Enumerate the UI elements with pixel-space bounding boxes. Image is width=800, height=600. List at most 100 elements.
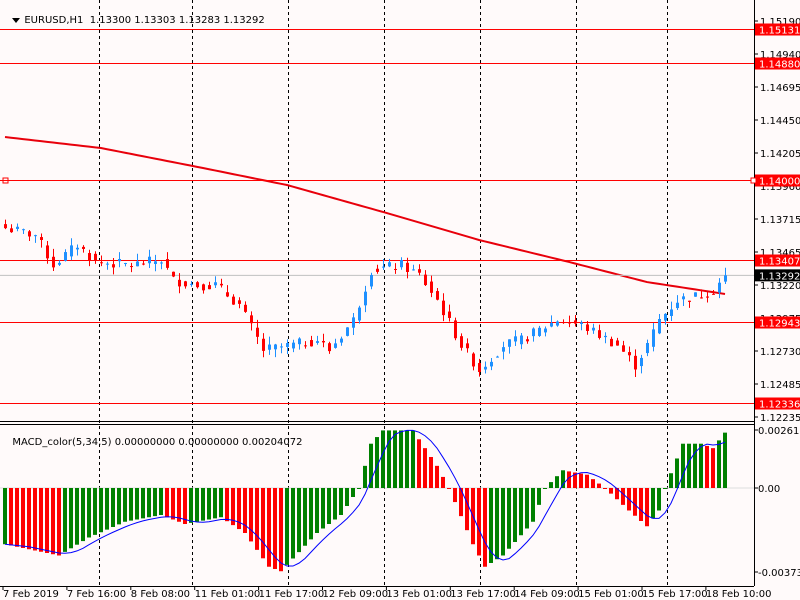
bull-candle [334,343,337,348]
macd-bar-up [681,443,685,488]
bull-candle [136,261,139,267]
bear-candle [310,340,313,347]
macd-bar-up [369,443,373,488]
macd-bar-up [117,488,121,525]
macd-bar-up [81,488,85,542]
macd-bar-up [201,488,205,521]
bear-candle [598,330,601,338]
bear-candle [622,345,625,352]
macd-bar-up [63,488,67,552]
macd-bar-down [33,488,37,551]
macd-bar-up [69,488,73,549]
bull-candle [148,256,151,264]
macd-bar-down [429,456,433,488]
bear-candle [526,339,529,342]
level-price-label: 1.12943 [759,319,800,330]
level-price-label: 1.13407 [759,257,800,268]
bull-candle [658,319,661,334]
bull-candle [34,235,37,237]
macd-bar-up [195,488,199,522]
bear-candle [616,340,619,346]
macd-bar-down [279,488,283,572]
bear-candle [46,245,49,259]
price-axis-label: 1.13220 [760,281,800,292]
macd-bar-down [621,488,625,505]
high-value: 1.13303 [134,15,176,26]
line-handle-icon[interactable] [750,177,757,184]
bull-candle [64,252,67,261]
macd-bar-up [285,488,289,565]
macd-bar-up [387,430,391,488]
bear-candle [448,311,451,318]
macd-bar-up [141,488,145,519]
bull-candle [538,327,541,336]
bull-candle [484,366,487,370]
bear-candle [586,324,589,331]
bear-candle [466,343,469,349]
macd-bar-up [495,488,499,560]
macd-bar-up [669,473,673,488]
price-axis-label: 1.14450 [760,116,800,127]
bear-candle [244,304,247,312]
macd-bar-up [189,488,193,523]
macd-bar-up [327,488,331,524]
macd-bar-down [465,488,469,531]
price-chart[interactable]: 1.151901.149401.146951.144501.142051.139… [0,0,800,600]
bull-candle [556,321,559,326]
macd-bar-down [609,488,613,494]
bull-candle [286,343,289,348]
bull-candle [358,307,361,321]
bull-candle [388,262,391,267]
bull-candle [412,269,415,271]
bull-candle [124,263,127,265]
time-axis-label: 18 Feb 10:00 [706,589,772,600]
macd-bar-up [3,488,7,545]
bull-candle [502,347,505,352]
time-axis-label: 13 Feb 01:00 [386,589,452,600]
macd-bar-up [501,488,505,556]
macd-bar-down [591,479,595,488]
bear-candle [88,253,91,261]
macd-bar-up [99,488,103,533]
bear-candle [52,256,55,268]
bull-candle [508,339,511,347]
macd-bar-up [651,488,655,519]
time-axis-label: 8 Feb 08:00 [131,589,190,600]
level-price-label: 1.14000 [759,177,800,188]
dropdown-triangle-icon[interactable] [12,17,21,23]
bull-candle [646,342,649,354]
macd-bar-up [363,465,367,488]
macd-bar-down [57,488,61,556]
macd-bar-down [435,465,439,488]
current-price-label: 1.13292 [759,271,800,282]
time-axis-label: 14 Feb 09:00 [514,589,580,600]
bear-candle [142,263,145,265]
macd-bar-up [87,488,91,538]
bull-candle [604,335,607,338]
bull-candle [694,292,697,297]
macd-bar-up [111,488,115,527]
bull-candle [154,261,157,264]
macd-bar-down [171,488,175,520]
macd-bar-up [357,488,361,489]
chart-header: EURUSD,H1 1.13300 1.13303 1.13283 1.1329… [6,4,265,26]
macd-bar-up [297,488,301,553]
bear-candle [184,281,187,287]
macd-bar-down [165,488,169,518]
macd-bar-down [9,488,13,546]
macd-axis-label: 0.00 [758,484,780,495]
bull-candle [550,322,553,327]
bull-candle [682,296,685,300]
bull-candle [544,328,547,333]
macd-bar-up [207,488,211,520]
bull-candle [400,260,403,268]
macd-bar-up [309,488,313,540]
price-axis-label: 1.12730 [760,347,800,358]
time-axis-label: 7 Feb 2019 [3,589,59,600]
macd-bar-down [267,488,271,567]
macd-bar-up [291,488,295,559]
bull-candle [532,328,535,337]
open-value: 1.13300 [89,15,132,26]
bull-candle [664,313,667,321]
symbol-label: EURUSD,H1 [24,15,84,26]
